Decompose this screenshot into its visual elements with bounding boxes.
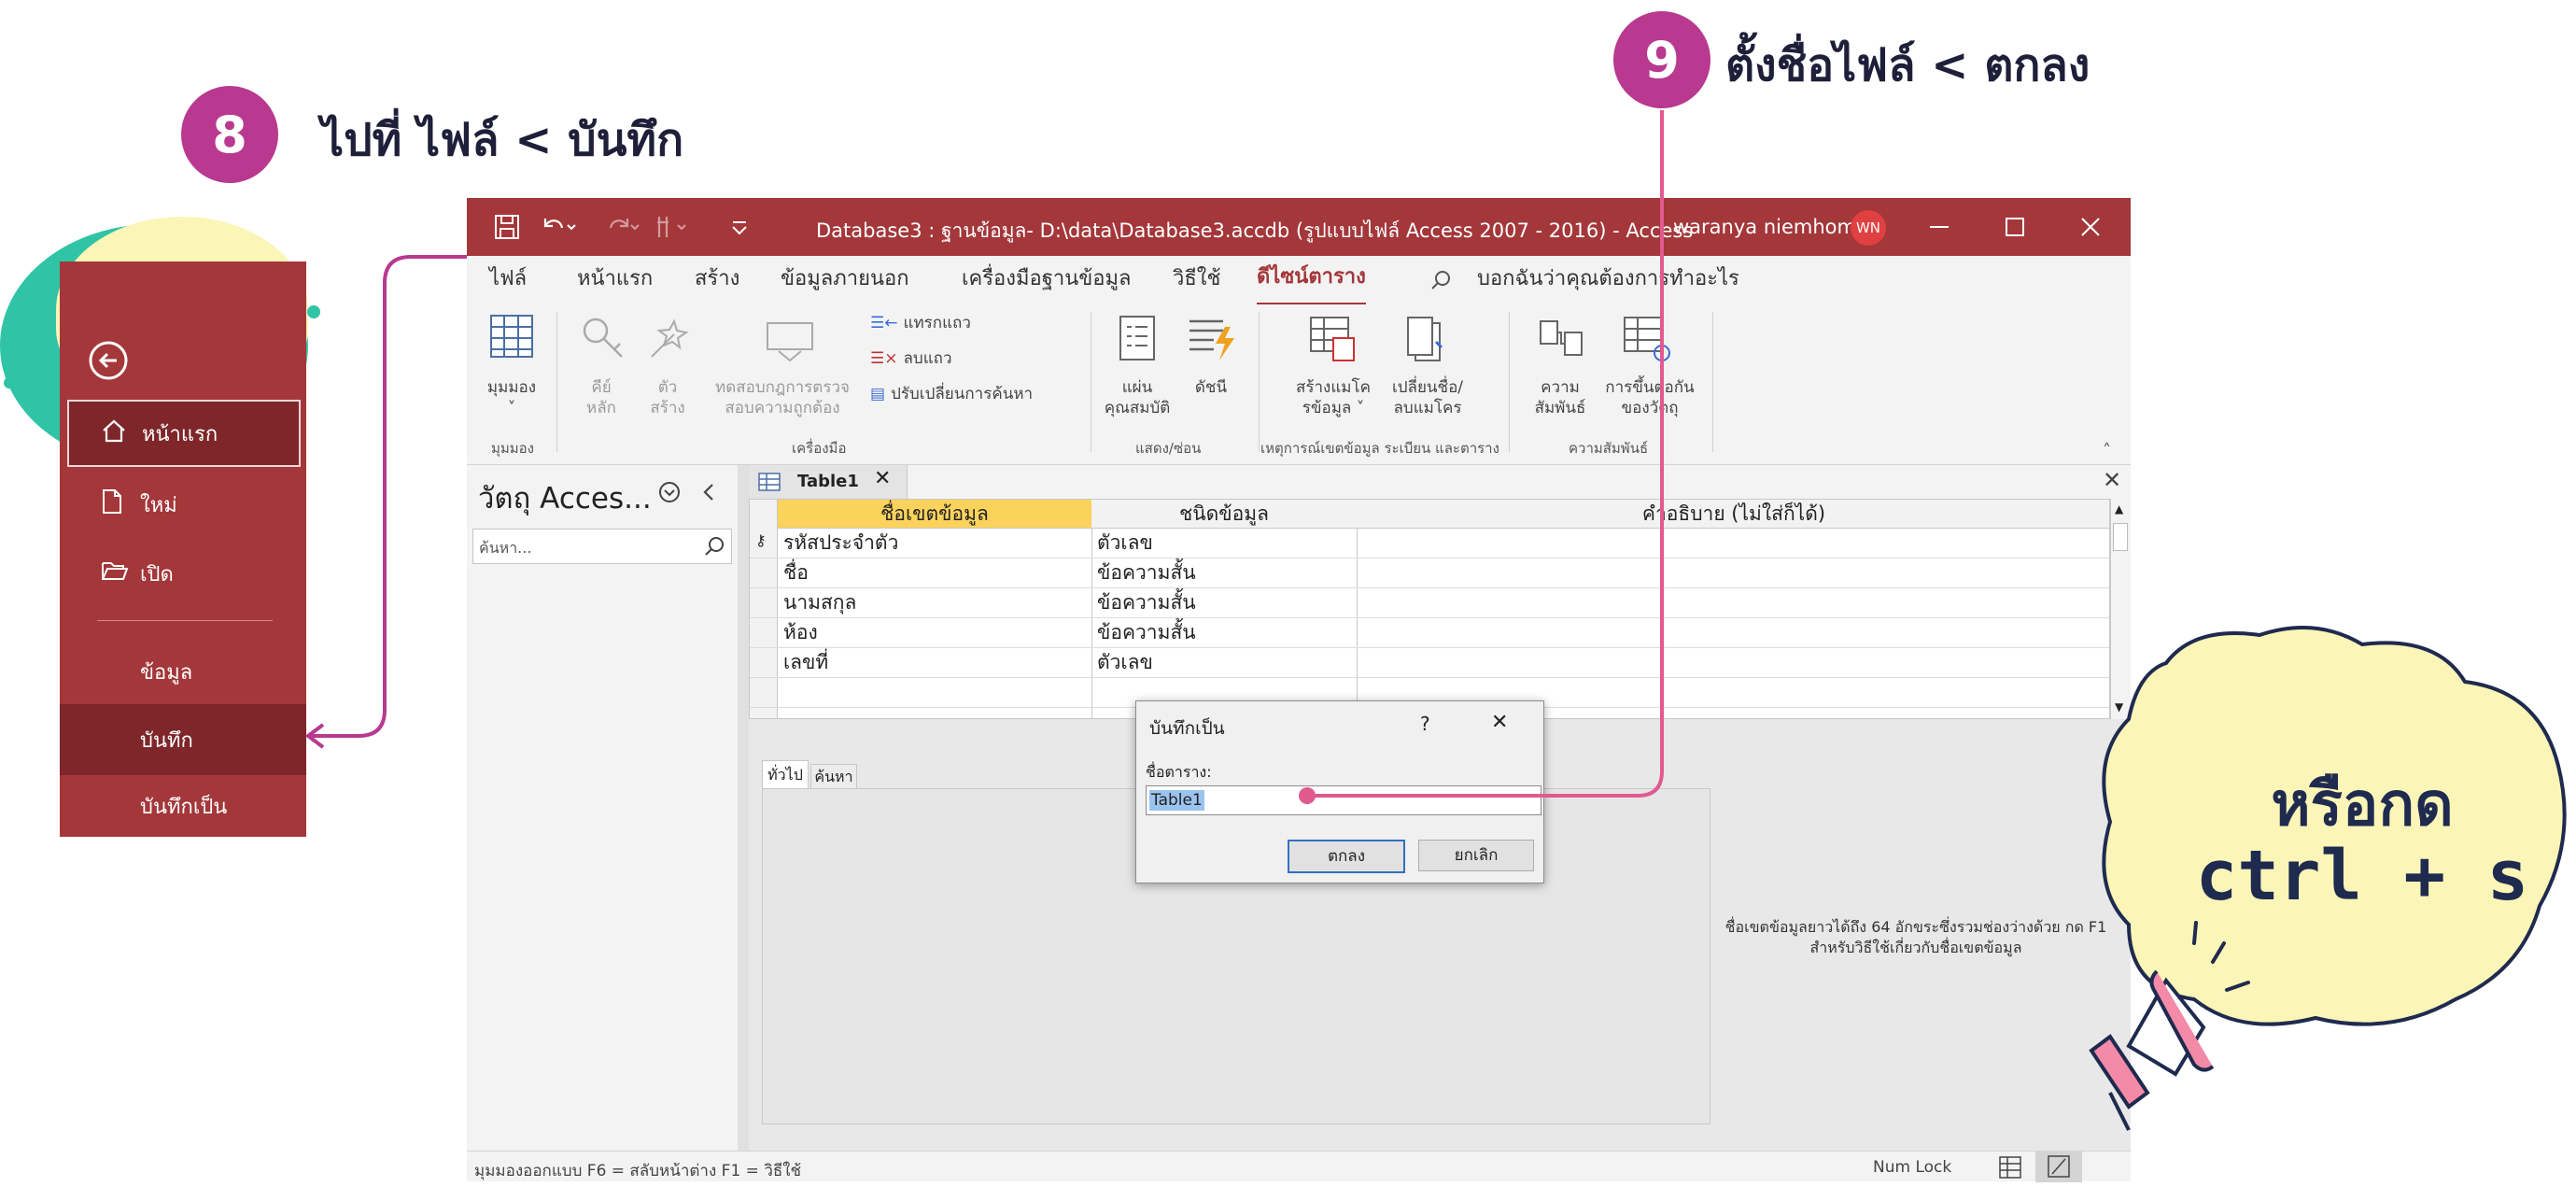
connector-dot bbox=[1299, 787, 1316, 804]
decorative-dot bbox=[307, 305, 320, 318]
callout-line-2: ctrl + s bbox=[2195, 836, 2529, 916]
step-8-connector-arrow bbox=[310, 255, 467, 738]
step-9-connector-line bbox=[1307, 110, 1664, 798]
decorative-dot bbox=[4, 377, 15, 389]
